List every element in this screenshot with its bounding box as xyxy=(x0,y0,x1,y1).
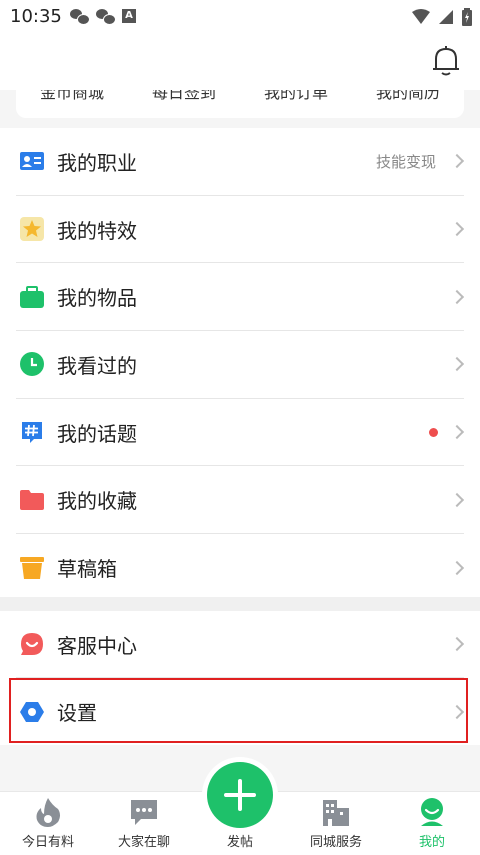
tab-label: 同城服务 xyxy=(309,835,362,850)
tab-local-services[interactable]: 同城服务 xyxy=(288,792,384,855)
tab-label: 发帖 xyxy=(226,835,253,850)
menu-item-extra: 技能变现 xyxy=(375,152,436,171)
tab-label: 今日有料 xyxy=(21,835,74,850)
a-notification-icon: A xyxy=(122,9,136,23)
chat-bubble-icon xyxy=(129,797,159,827)
tab-today[interactable]: 今日有料 xyxy=(0,792,96,855)
menu-item-label: 我的话题 xyxy=(57,421,137,446)
status-time: 10:35 xyxy=(10,6,62,27)
hashtag-icon xyxy=(20,420,44,444)
menu-item-items[interactable]: 我的物品 xyxy=(16,263,465,332)
buildings-icon xyxy=(321,797,351,827)
quick-link[interactable]: 金币商城 xyxy=(40,90,104,103)
post-button[interactable] xyxy=(202,757,278,833)
signal-icon xyxy=(439,10,453,24)
clock-icon xyxy=(20,352,44,377)
chevron-right-icon xyxy=(449,704,465,719)
folder-icon xyxy=(20,488,44,512)
menu-item-label: 草稿箱 xyxy=(57,557,117,582)
unread-dot xyxy=(429,427,438,437)
customer-service-icon xyxy=(20,632,44,656)
battery-icon xyxy=(462,8,472,26)
system-icons xyxy=(412,8,472,26)
chevron-right-icon xyxy=(449,560,465,576)
menu-item-customer-service[interactable]: 客服中心 xyxy=(16,611,465,678)
star-sparkle-icon xyxy=(20,217,44,242)
status-bar: 10:35 A xyxy=(0,0,480,34)
id-card-icon xyxy=(20,149,44,173)
plus-icon xyxy=(224,779,256,811)
tab-me[interactable]: 我的 xyxy=(384,792,480,855)
menu-item-label: 我的特效 xyxy=(57,218,137,243)
chevron-right-icon xyxy=(449,357,465,372)
tab-label: 大家在聊 xyxy=(117,835,170,850)
bell-icon[interactable] xyxy=(430,44,462,78)
chevron-right-icon xyxy=(449,636,465,652)
header xyxy=(0,34,480,90)
menu-item-effects[interactable]: 我的特效 xyxy=(16,196,465,264)
quick-link[interactable]: 每日签到 xyxy=(152,90,216,103)
menu-item-drafts[interactable]: 草稿箱 xyxy=(16,534,465,602)
settings-hexagon-icon xyxy=(20,700,44,724)
notification-icons: A xyxy=(70,8,136,25)
quick-link[interactable]: 我的简历 xyxy=(376,90,440,103)
section-divider xyxy=(0,597,480,611)
menu-item-label: 我的物品 xyxy=(57,286,137,311)
briefcase-icon xyxy=(20,285,44,309)
menu-item-topics[interactable]: 我的话题 xyxy=(16,399,465,467)
flame-icon xyxy=(33,797,63,827)
chevron-right-icon xyxy=(449,492,465,507)
menu-item-label: 设置 xyxy=(57,701,97,725)
chevron-right-icon xyxy=(449,154,465,169)
service-menu: 客服中心 设置 xyxy=(0,611,480,745)
quick-links-strip: 金币商城 每日签到 我的订单 我的简历 xyxy=(16,90,464,118)
tab-label: 我的 xyxy=(418,835,445,850)
chevron-right-icon xyxy=(449,289,465,304)
menu-item-settings[interactable]: 设置 xyxy=(16,678,465,745)
wifi-icon xyxy=(412,9,430,24)
chevron-right-icon xyxy=(449,425,465,440)
tab-chat[interactable]: 大家在聊 xyxy=(96,792,192,855)
profile-menu: 我的职业 技能变现 我的特效 我的物品 我看过的 我的话题 我的收藏 草稿箱 xyxy=(0,128,480,602)
wechat-notification-icon xyxy=(96,8,116,25)
draft-box-icon xyxy=(20,556,44,580)
menu-item-label: 我的收藏 xyxy=(57,489,137,514)
quick-link[interactable]: 我的订单 xyxy=(264,90,328,103)
menu-item-career[interactable]: 我的职业 技能变现 xyxy=(16,128,465,196)
menu-item-label: 我的职业 xyxy=(57,150,137,175)
profile-icon xyxy=(417,797,447,827)
menu-item-favorites[interactable]: 我的收藏 xyxy=(16,466,465,535)
chevron-right-icon xyxy=(449,221,465,237)
menu-item-label: 我看过的 xyxy=(57,353,137,378)
menu-item-label: 客服中心 xyxy=(57,633,137,658)
wechat-notification-icon xyxy=(70,8,90,25)
menu-item-history[interactable]: 我看过的 xyxy=(16,331,465,399)
